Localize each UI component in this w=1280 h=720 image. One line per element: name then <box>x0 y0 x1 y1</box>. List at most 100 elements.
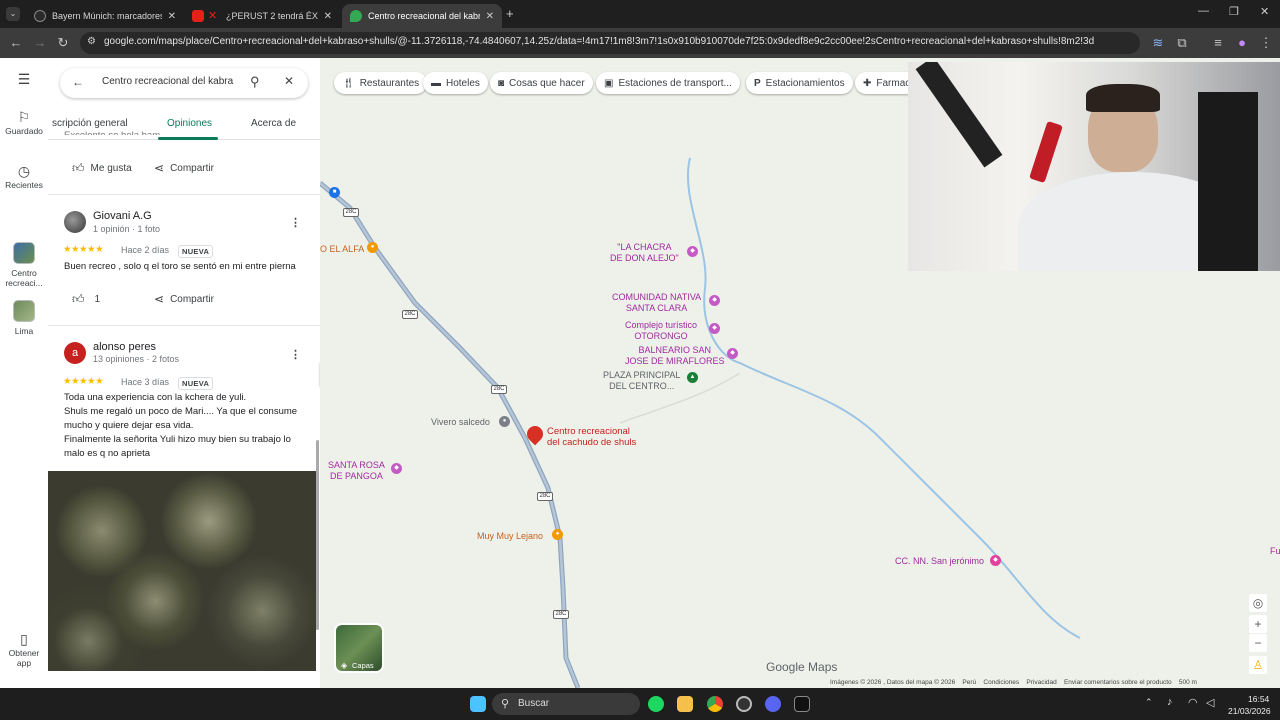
transit-poi-icon[interactable]: ■ <box>329 187 340 198</box>
rail-lima[interactable]: Lima <box>0 300 48 336</box>
close-window-icon[interactable]: ✕ <box>1260 5 1269 18</box>
poi-marker-icon[interactable]: ◆ <box>709 323 720 334</box>
poi-el-alfa[interactable]: O EL ALFA <box>320 244 364 255</box>
back-icon[interactable]: ← <box>8 35 24 51</box>
search-box[interactable]: ← Centro recreacional del kabra ⚲ ✕ <box>60 68 308 98</box>
poi-balneario[interactable]: BALNEARIO SAN JOSE DE MIRAFLORES <box>625 345 725 366</box>
tab-bayern[interactable]: Bayern Múnich: marcadores en ✕ <box>26 4 184 28</box>
place-thumbnail <box>13 242 35 264</box>
share-button[interactable]: ⋖ Compartir <box>154 161 214 175</box>
reviewer-name[interactable]: Giovani A.G <box>93 210 152 222</box>
menu-kebab-icon[interactable]: ⋮ <box>1258 35 1274 51</box>
like-button[interactable]: 👍︎ 1 <box>72 292 100 307</box>
volume-icon[interactable]: ◁ <box>1206 696 1214 709</box>
epic-games-icon[interactable] <box>794 696 810 712</box>
wifi-icon[interactable]: ◠ <box>1188 696 1198 709</box>
poi-marker-icon[interactable]: ◆ <box>391 463 402 474</box>
poi-selected-place[interactable]: Centro recreacional del cachudo de shuls <box>547 426 636 448</box>
media-icon[interactable]: ≡ <box>1210 35 1226 51</box>
poi-marker-icon[interactable]: ◆ <box>727 348 738 359</box>
close-tab-icon[interactable]: ✕ <box>324 11 332 22</box>
park-poi-icon[interactable]: ▲ <box>687 372 698 383</box>
review-menu-icon[interactable]: ⋮ <box>290 216 301 229</box>
zoom-out-button[interactable]: − <box>1249 634 1267 652</box>
zoom-in-button[interactable]: + <box>1249 615 1267 633</box>
tab-maps[interactable]: Centro recreacional del kabraso ✕ <box>342 4 502 28</box>
poi-marker-icon[interactable]: ◆ <box>990 555 1001 566</box>
forward-icon[interactable]: → <box>32 35 48 51</box>
profile-avatar-icon[interactable]: ● <box>1234 35 1250 51</box>
avatar[interactable]: a <box>64 342 86 364</box>
restaurant-poi-icon[interactable]: ● <box>367 242 378 253</box>
address-bar[interactable]: ⚙ google.com/maps/place/Centro+recreacio… <box>80 32 1140 54</box>
review-photo[interactable] <box>48 471 316 671</box>
like-button[interactable]: 👍︎ Me gusta <box>72 161 132 176</box>
my-location-icon[interactable]: ◎ <box>1249 594 1267 612</box>
windows-start-icon[interactable] <box>470 696 486 712</box>
panel-scrollbar[interactable] <box>316 440 319 630</box>
clock-time[interactable]: 16:54 <box>1248 694 1269 704</box>
chip-parking[interactable]: P Estacionamientos <box>746 72 853 94</box>
chip-hotels[interactable]: ▬ Hoteles <box>423 72 488 94</box>
close-tab-icon[interactable]: ✕ <box>486 11 494 22</box>
avatar[interactable] <box>64 211 86 233</box>
restore-icon[interactable]: ❐ <box>1229 5 1239 18</box>
poi-complejo[interactable]: Complejo turístico OTORONGO <box>625 320 697 341</box>
rail-place[interactable]: Centro recreaci... <box>0 242 48 288</box>
rail-saved[interactable]: ⚐ Guardado <box>0 110 48 136</box>
tab-youtube[interactable]: ✕ ¿PERUST 2 tendrá ÉXITO? 😮 ✕ <box>184 4 340 28</box>
poi-plaza[interactable]: PLAZA PRINCIPAL DEL CENTRO... <box>603 370 680 391</box>
share-button[interactable]: ⋖ Compartir <box>154 292 214 306</box>
poi-fu[interactable]: Fu <box>1270 546 1280 557</box>
clock-date[interactable]: 21/03/2026 <box>1228 706 1271 716</box>
parking-icon: P <box>754 77 761 89</box>
map-canvas[interactable]: 🍴︎ Restaurantes ▬ Hoteles ◙ Cosas que hacer… <box>320 58 1280 688</box>
back-arrow-icon[interactable]: ← <box>72 75 84 89</box>
tray-chevron-icon[interactable]: ⌃ <box>1145 697 1153 708</box>
tab-reviews[interactable]: Opiniones <box>167 118 212 129</box>
menu-button[interactable]: ☰ <box>0 72 48 88</box>
file-explorer-icon[interactable] <box>677 696 693 712</box>
review-text-line: Buen recreo , solo q el toro se sentó en… <box>64 261 296 272</box>
microphone-tray-icon[interactable]: ♪ <box>1167 696 1173 708</box>
layers-button[interactable]: ◈ Capas <box>334 623 384 673</box>
tab-overview[interactable]: scripción general <box>52 118 128 129</box>
site-info-icon[interactable]: ⚙ <box>87 36 96 47</box>
poi-comunidad[interactable]: COMUNIDAD NATIVA SANTA CLARA <box>612 292 701 313</box>
search-icon[interactable]: ⚲ <box>250 74 260 90</box>
search-input[interactable]: Centro recreacional del kabra <box>102 76 242 87</box>
poi-san-jeronimo[interactable]: CC. NN. San jerónimo <box>895 556 984 567</box>
discord-icon[interactable] <box>765 696 781 712</box>
obs-icon[interactable] <box>736 696 752 712</box>
reviewer-name[interactable]: alonso peres <box>93 341 156 353</box>
new-tab-button[interactable]: + <box>506 6 514 21</box>
chip-transit[interactable]: ▣ Estaciones de transport... <box>596 72 740 94</box>
tab-search-icon[interactable]: ⌄ <box>6 7 20 21</box>
taskbar-search[interactable]: ⚲ Buscar <box>492 693 640 715</box>
reload-icon[interactable]: ↻ <box>55 35 71 51</box>
poi-muy-lejano[interactable]: Muy Muy Lejano <box>477 531 543 542</box>
clear-search-icon[interactable]: ✕ <box>284 74 294 88</box>
chip-things-to-do[interactable]: ◙ Cosas que hacer <box>490 72 593 94</box>
map-attribution[interactable]: Imágenes © 2026 , Datos del mapa © 2026 … <box>830 679 1197 686</box>
review-menu-icon[interactable]: ⋮ <box>290 348 301 361</box>
rail-recent[interactable]: ◷ Recientes <box>0 164 48 190</box>
webcam-overlay <box>908 62 1280 271</box>
minimize-icon[interactable]: — <box>1198 5 1209 17</box>
tab-about[interactable]: Acerca de <box>251 118 296 129</box>
rail-get-app[interactable]: ▯ Obtener app <box>0 632 48 668</box>
poi-marker-icon[interactable]: ◆ <box>687 246 698 257</box>
extension-wave-icon[interactable]: ≋ <box>1150 35 1166 51</box>
poi-marker-icon[interactable]: ● <box>499 416 510 427</box>
pegman-icon[interactable]: ♙ <box>1249 656 1267 674</box>
poi-vivero[interactable]: Vivero salcedo <box>431 417 490 427</box>
restaurant-poi-icon[interactable]: ● <box>552 529 563 540</box>
spotify-icon[interactable] <box>648 696 664 712</box>
extensions-puzzle-icon[interactable]: ⧉ <box>1174 35 1190 51</box>
chip-restaurants[interactable]: 🍴︎ Restaurantes <box>334 72 428 94</box>
close-tab-icon[interactable]: ✕ <box>168 11 176 22</box>
chrome-icon[interactable] <box>707 696 723 712</box>
poi-santa-rosa[interactable]: SANTA ROSA DE PANGOA <box>328 460 385 481</box>
poi-la-chacra[interactable]: "LA CHACRA DE DON ALEJO" <box>610 242 679 263</box>
poi-marker-icon[interactable]: ◆ <box>709 295 720 306</box>
